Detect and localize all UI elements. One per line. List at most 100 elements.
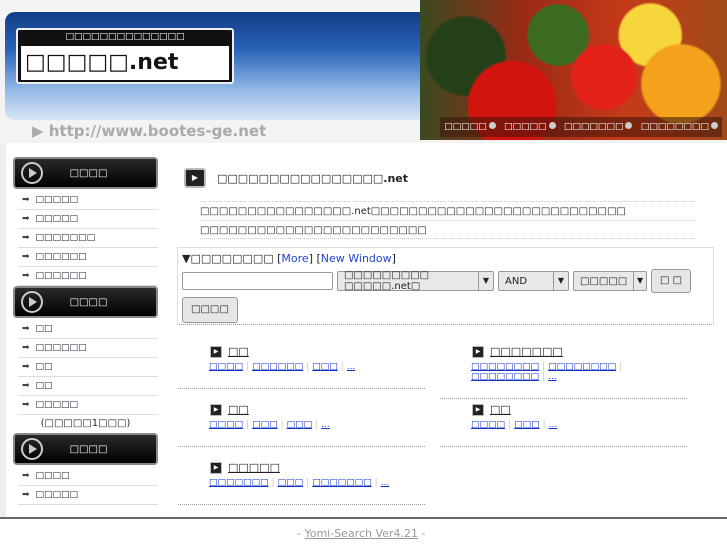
subcategory-link[interactable]: □□□□ (209, 420, 243, 430)
category-block: ▶ □□□□□ □□□□□□□ | □□□ | □□□□□□□ |... (178, 461, 425, 505)
sidebar-section-header: □□□□ (13, 286, 158, 318)
nav-item-4[interactable]: □□□□□□□□ (641, 122, 718, 132)
play-icon: ▶ (472, 345, 484, 358)
bullet-icon (710, 122, 718, 129)
subcategory-link[interactable]: □□□ (252, 420, 278, 430)
nav-item-2[interactable]: □□□□□ (504, 122, 556, 132)
site-header: □□□□□□□□□□□□□□ □□□□□.net ▶ http://www.bo… (0, 0, 727, 143)
subcategory-link[interactable]: □□□ (514, 420, 540, 430)
subcategory-link[interactable]: ... (381, 478, 390, 488)
arrow-right-icon: ➡ (22, 324, 30, 334)
advanced-search-button[interactable]: □□□□ (182, 297, 238, 323)
divider (178, 504, 425, 505)
subcategory-link[interactable]: □□□ (312, 362, 338, 372)
logo-subtitle: □□□□□□□□□□□□□□ (65, 32, 185, 42)
subcategory-link[interactable]: □□□□□□□□ (471, 362, 539, 372)
arrow-right-icon: ➡ (22, 233, 30, 243)
logo-title: □□□□□.net (21, 46, 229, 80)
yomi-search-link[interactable]: Yomi-Search Ver4.21 (304, 527, 417, 540)
subcategory-link[interactable]: □□□□□□□□ (548, 362, 616, 372)
category-title[interactable]: □□□□□ (228, 461, 280, 474)
category-title[interactable]: □□ (228, 403, 249, 416)
sidebar-section-header: □□□□ (13, 157, 158, 189)
search-mode-select[interactable]: AND ▼ (498, 271, 569, 291)
description-line: □□□□□□□□□□□□□□□□.net□□□□□□□□□□□□□□□□□□□□… (200, 201, 695, 220)
play-icon: ▶ (184, 168, 206, 188)
new-window-link[interactable]: New Window (321, 252, 392, 265)
sidebar-item[interactable]: ➡ □□□□□□ (18, 248, 158, 267)
search-label: ▼□□□□□□□□ (182, 252, 274, 265)
play-icon: ▶ (472, 403, 484, 416)
arrow-right-icon: ➡ (22, 381, 30, 391)
play-icon (21, 291, 43, 313)
category-title[interactable]: □□ (490, 403, 511, 416)
sidebar-section-header: □□□□ (13, 433, 158, 465)
arrow-right-icon: ➡ (22, 400, 30, 410)
sidebar-item[interactable]: ➡ □□□□□ (18, 210, 158, 229)
subcategory-link[interactable]: □□□ (287, 420, 313, 430)
page-title: □□□□□□□□□□□□□□□□.net (217, 171, 409, 185)
site-description: □□□□□□□□□□□□□□□□.net□□□□□□□□□□□□□□□□□□□□… (200, 201, 695, 239)
subcategory-link[interactable]: ... (548, 372, 557, 382)
sidebar-item[interactable]: ➡ □□□□ (18, 467, 158, 486)
chevron-down-icon: ▼ (633, 272, 646, 290)
divider (178, 446, 425, 447)
sidebar-item[interactable]: ➡ □□ (18, 320, 158, 339)
footer-divider (0, 517, 727, 519)
subcategory-link[interactable]: □□□□ (209, 362, 243, 372)
divider (440, 446, 687, 447)
sidebar-item[interactable]: ➡ □□□□□ (18, 396, 158, 415)
arrow-right-icon: ➡ (22, 471, 30, 481)
chevron-down-icon: ▼ (478, 272, 493, 290)
sidebar-item[interactable]: ➡ □□□□□□ (18, 339, 158, 358)
category-block: ▶ □□ □□□□ | □□□ | □□□ |... (178, 403, 425, 447)
site-url: ▶ http://www.bootes-ge.net (32, 122, 267, 140)
bullet-icon (548, 122, 556, 129)
header-nav: □□□□□ □□□□□ □□□□□□□ □□□□□□□□ (440, 117, 722, 137)
arrow-right-icon: ➡ (22, 214, 30, 224)
subcategory-link[interactable]: ... (347, 362, 356, 372)
search-form: ▼□□□□□□□□ [More] [New Window] □□□□□□□□□ … (177, 247, 714, 325)
sidebar-item[interactable]: ➡ □□ (18, 377, 158, 396)
category-title[interactable]: □□ (228, 345, 249, 358)
subcategory-link[interactable]: ... (549, 420, 558, 430)
play-icon: ▶ (210, 345, 222, 358)
bullet-icon (488, 122, 496, 129)
category-title[interactable]: □□□□□□□ (490, 345, 563, 358)
sidebar-item[interactable]: ➡ □□□□□□ (18, 267, 158, 286)
arrow-right-icon: ➡ (22, 271, 30, 281)
description-line: □□□□□□□□□□□□□□□□□□□□□□□□ (200, 220, 695, 239)
nav-item-1[interactable]: □□□□□ (444, 122, 496, 132)
subcategory-link[interactable]: □□□□□□□□ (471, 372, 539, 382)
play-icon (21, 438, 43, 460)
nav-item-3[interactable]: □□□□□□□ (564, 122, 633, 132)
search-input[interactable] (182, 272, 333, 290)
subcategory-link[interactable]: □□□□□□□ (312, 478, 372, 488)
sidebar-item[interactable]: ➡ □□□□□ (18, 486, 158, 505)
search-button[interactable]: □ □ (651, 269, 692, 293)
sidebar-item[interactable]: ➡ □□□□□ (18, 191, 158, 210)
play-icon (21, 162, 43, 184)
site-logo[interactable]: □□□□□□□□□□□□□□ □□□□□.net (16, 28, 234, 84)
sidebar-item[interactable]: ➡ □□ (18, 358, 158, 377)
category-block: ▶ □□ □□□□ | □□□□□□ | □□□ |... (178, 345, 425, 389)
category-block: ▶ □□□□□□□ □□□□□□□□ | □□□□□□□□ |□□□□□□□□ |... (440, 345, 687, 399)
footer: - Yomi-Search Ver4.21 - (297, 527, 426, 540)
subcategory-link[interactable]: □□□□ (471, 420, 505, 430)
search-target-select[interactable]: □□□□□□□□□ □□□□□.net□ ▼ (337, 270, 494, 292)
divider (440, 398, 687, 399)
subcategory-link[interactable]: □□□ (278, 478, 304, 488)
more-link[interactable]: More (281, 252, 308, 265)
arrow-right-icon: ➡ (22, 490, 30, 500)
sidebar: □□□□ ➡ □□□□□ ➡ □□□□□ ➡ □□□□□□□ ➡ □□□□□□ ➡ □□□□□□ □□… (13, 157, 158, 505)
arrow-right-icon: ➡ (22, 252, 30, 262)
subcategory-link[interactable]: ... (321, 420, 330, 430)
subcategory-link[interactable]: □□□□□□□ (209, 478, 269, 488)
bullet-icon (625, 122, 633, 129)
sidebar-item[interactable]: ➡ □□□□□□□ (18, 229, 158, 248)
subcategory-link[interactable]: □□□□□□ (252, 362, 303, 372)
play-icon: ▶ (210, 403, 222, 416)
chevron-down-icon: ▼ (553, 272, 568, 290)
page-title-row: ▶ □□□□□□□□□□□□□□□□.net (184, 168, 408, 188)
search-range-select[interactable]: □□□□□ ▼ (573, 271, 647, 291)
